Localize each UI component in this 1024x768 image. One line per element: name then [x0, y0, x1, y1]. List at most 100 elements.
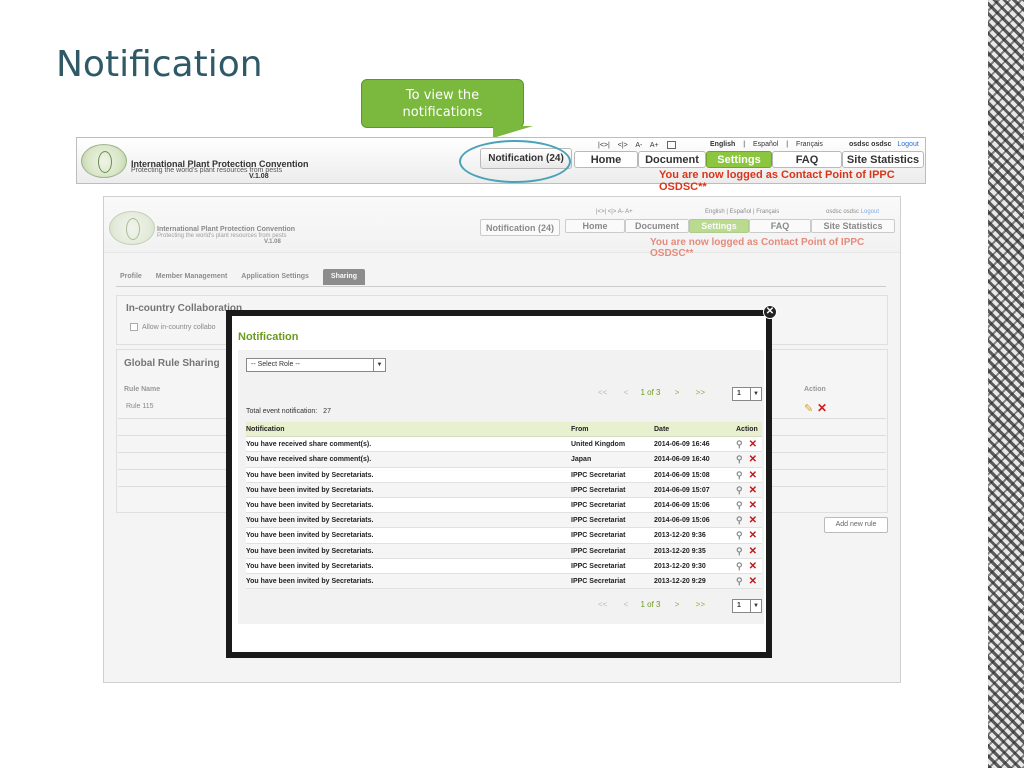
font-decrease-small[interactable]: A-	[618, 209, 624, 215]
magnifier-icon[interactable]: ⚲	[736, 544, 743, 559]
tool-wide[interactable]: <|>	[618, 142, 628, 149]
slide-title: Notification	[56, 44, 263, 85]
delete-rule-icon[interactable]: ✕	[817, 401, 827, 415]
edit-pencil-icon[interactable]: ✎	[804, 402, 813, 415]
print-icon[interactable]	[666, 141, 676, 149]
magnifier-icon[interactable]: ⚲	[736, 528, 743, 543]
lang-english-small[interactable]: English	[705, 209, 725, 215]
nav-faq[interactable]: FAQ	[772, 151, 842, 168]
add-rule-button[interactable]: Add new rule	[824, 517, 888, 533]
nav-home-small[interactable]: Home	[565, 219, 625, 233]
nav-document-small[interactable]: Document	[625, 219, 689, 233]
tabs-divider	[116, 286, 886, 287]
row-notification: You have been invited by Secretariats.	[246, 577, 374, 585]
logout-link-small[interactable]: Logout	[861, 209, 879, 215]
row-actions: ⚲ ✕	[736, 513, 757, 529]
checkbox-icon[interactable]	[130, 323, 138, 331]
delete-x-icon[interactable]: ✕	[749, 513, 757, 528]
pager-prev-bottom[interactable]: <	[624, 600, 629, 609]
delete-x-icon[interactable]: ✕	[749, 528, 757, 543]
incountry-option[interactable]: Allow in-country collabo	[130, 323, 216, 331]
col-from: From	[571, 426, 589, 433]
font-tools: |<>| <|> A- A+	[598, 141, 682, 149]
delete-x-icon[interactable]: ✕	[749, 544, 757, 559]
pager-first-bottom[interactable]: <<	[598, 600, 607, 609]
version: V.1.08	[249, 173, 269, 180]
nav-document[interactable]: Document	[638, 151, 706, 168]
magnifier-icon[interactable]: ⚲	[736, 483, 743, 498]
tool-narrow[interactable]: |<>|	[598, 142, 610, 149]
dropdown-arrow-icon[interactable]: ▼	[750, 600, 761, 612]
table-row[interactable]: You have been invited by Secretariats. IP…	[246, 482, 762, 498]
pager-next-bottom[interactable]: >	[675, 600, 680, 609]
row-date: 2014-06-09 16:40	[654, 456, 710, 464]
nav-settings[interactable]: Settings	[706, 151, 772, 168]
tab-application-settings[interactable]: Application Settings	[241, 269, 309, 285]
lang-sep-small-1: |	[726, 209, 728, 215]
delete-x-icon[interactable]: ✕	[749, 574, 757, 589]
lang-espanol-small[interactable]: Español	[730, 209, 752, 215]
nav-faq-small[interactable]: FAQ	[749, 219, 811, 233]
notification-button-small[interactable]: Notification (24)	[480, 219, 560, 236]
magnifier-icon[interactable]: ⚲	[736, 513, 743, 528]
magnifier-icon[interactable]: ⚲	[736, 574, 743, 589]
page-select-bottom[interactable]: 1 ▼	[732, 599, 762, 613]
table-row[interactable]: You have received share comment(s). Unite…	[246, 437, 762, 453]
delete-x-icon[interactable]: ✕	[749, 468, 757, 483]
pager-next[interactable]: >	[675, 388, 680, 397]
close-icon[interactable]: ✕	[763, 305, 777, 319]
delete-x-icon[interactable]: ✕	[749, 483, 757, 498]
magnifier-icon[interactable]: ⚲	[736, 468, 743, 483]
org-name-small: International Plant Protection Conventio…	[157, 226, 296, 233]
font-decrease[interactable]: A-	[635, 142, 642, 149]
delete-x-icon[interactable]: ✕	[749, 559, 757, 574]
dropdown-arrow-icon[interactable]: ▼	[750, 388, 761, 400]
nav-settings-small[interactable]: Settings	[689, 219, 749, 233]
nav-home[interactable]: Home	[574, 151, 638, 168]
magnifier-icon[interactable]: ⚲	[736, 437, 743, 452]
table-row[interactable]: You have been invited by Secretariats. IP…	[246, 543, 762, 559]
pager-first[interactable]: <<	[598, 388, 607, 397]
rule-name-header: Rule Name	[124, 386, 161, 393]
page-select-top[interactable]: 1 ▼	[732, 387, 762, 401]
row-from: IPPC Secretariat	[571, 486, 626, 494]
table-row[interactable]: You have been invited by Secretariats. IP…	[246, 528, 762, 544]
delete-x-icon[interactable]: ✕	[749, 452, 757, 467]
tool-wide-small[interactable]: <|>	[608, 209, 617, 215]
lang-espanol[interactable]: Español	[753, 141, 778, 148]
version-small: V.1.08	[264, 239, 281, 245]
nav-site-statistics-small[interactable]: Site Statistics	[811, 219, 895, 233]
lang-english[interactable]: English	[710, 141, 735, 148]
table-row[interactable]: You have been invited by Secretariats. IP…	[246, 573, 762, 590]
incountry-option-label: Allow in-country collabo	[142, 323, 216, 331]
tab-profile[interactable]: Profile	[120, 269, 142, 285]
pager-last-bottom[interactable]: >>	[696, 600, 705, 609]
lang-sep-2: |	[786, 141, 789, 148]
delete-x-icon[interactable]: ✕	[749, 437, 757, 452]
logout-link[interactable]: Logout	[897, 141, 918, 148]
row-date: 2013-12-20 9:35	[654, 547, 706, 555]
tab-member-management[interactable]: Member Management	[156, 269, 228, 285]
tab-sharing[interactable]: Sharing	[322, 269, 365, 285]
nav-site-statistics[interactable]: Site Statistics	[842, 151, 924, 168]
table-row[interactable]: You have received share comment(s). Japan…	[246, 452, 762, 468]
pager-prev[interactable]: <	[624, 388, 629, 397]
magnifier-icon[interactable]: ⚲	[736, 559, 743, 574]
table-row[interactable]: You have been invited by Secretariats. IP…	[246, 497, 762, 514]
lang-francais-small[interactable]: Français	[756, 209, 779, 215]
magnifier-icon[interactable]: ⚲	[736, 498, 743, 513]
table-row[interactable]: You have been invited by Secretariats. IP…	[246, 467, 762, 483]
delete-x-icon[interactable]: ✕	[749, 498, 757, 513]
table-row[interactable]: You have been invited by Secretariats. IP…	[246, 513, 762, 529]
font-increase-small[interactable]: A+	[625, 209, 633, 215]
magnifier-icon[interactable]: ⚲	[736, 452, 743, 467]
select-role-dropdown[interactable]: -- Select Role -- ▼	[246, 358, 386, 372]
table-row[interactable]: You have been invited by Secretariats. IP…	[246, 558, 762, 574]
lang-sep-small-2: |	[752, 209, 755, 215]
tool-narrow-small[interactable]: |<>|	[596, 209, 606, 215]
pager-last[interactable]: >>	[696, 388, 705, 397]
lang-francais[interactable]: Français	[796, 141, 823, 148]
font-increase[interactable]: A+	[650, 142, 659, 149]
dropdown-arrow-icon[interactable]: ▼	[373, 359, 385, 371]
row-from: IPPC Secretariat	[571, 547, 626, 555]
